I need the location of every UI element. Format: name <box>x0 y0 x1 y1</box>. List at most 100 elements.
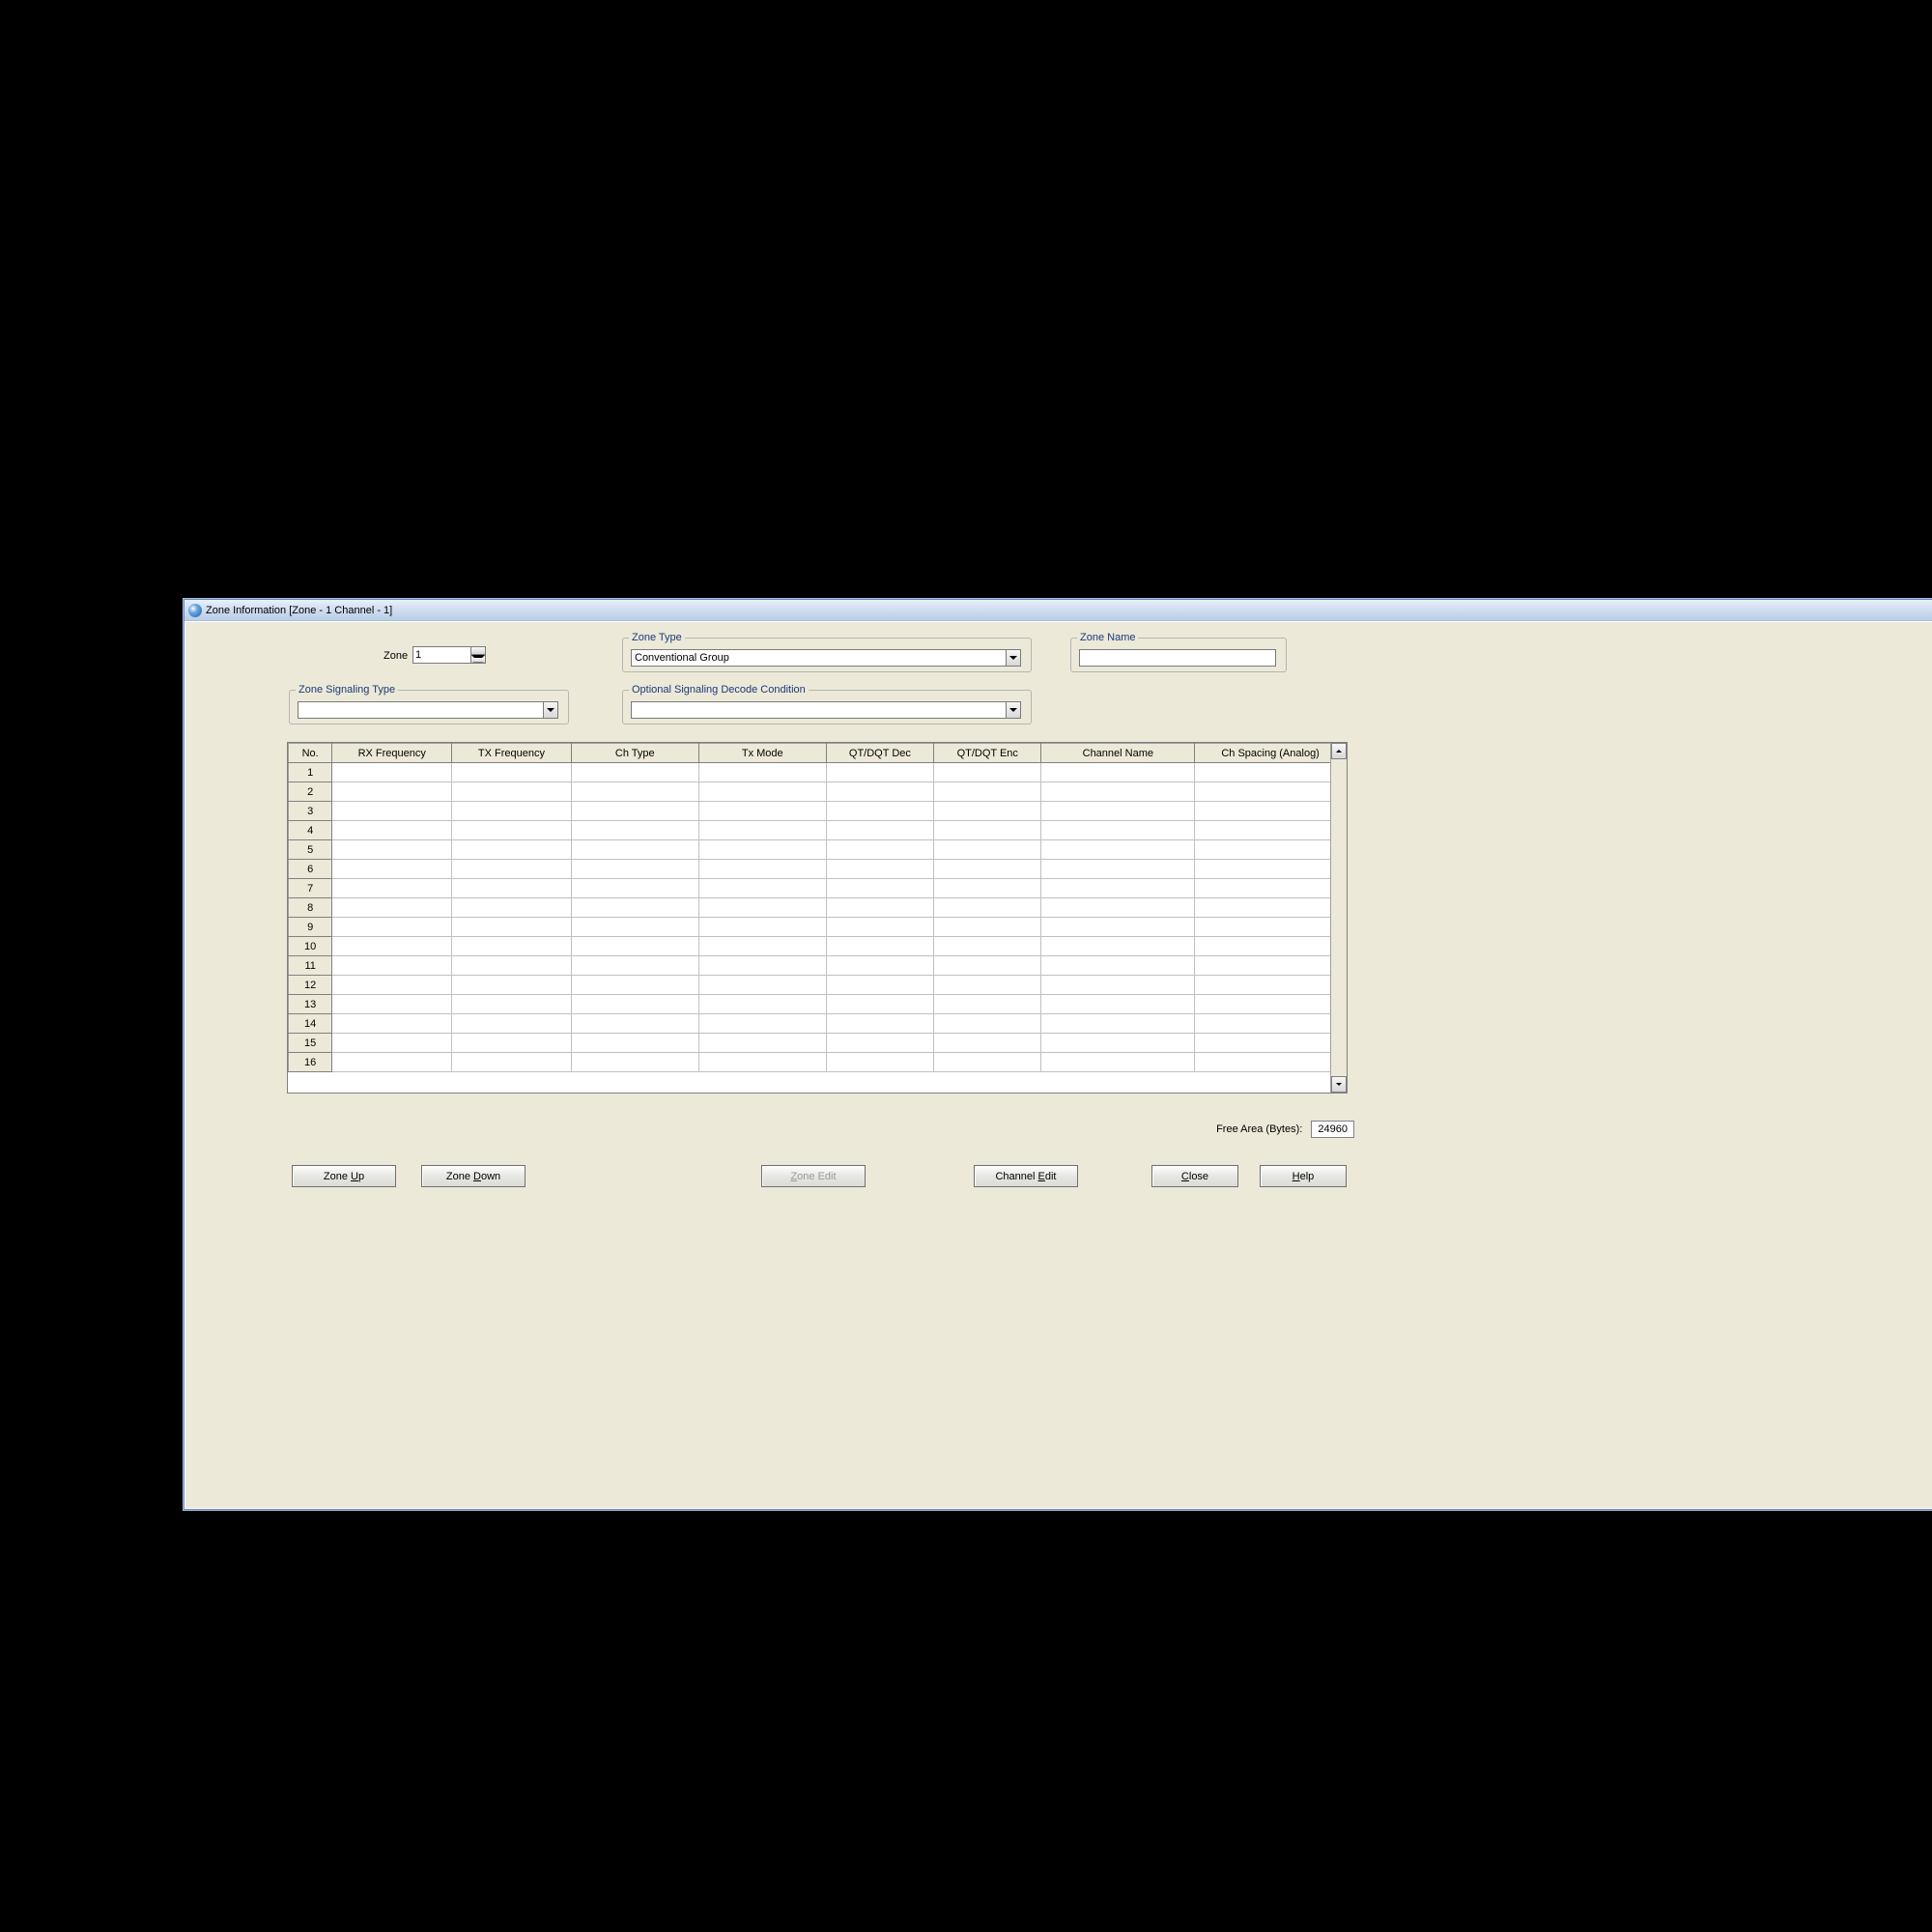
table-cell[interactable] <box>1195 1034 1347 1053</box>
table-cell[interactable] <box>571 956 698 976</box>
table-cell[interactable] <box>332 1053 452 1072</box>
help-button[interactable]: Help <box>1260 1165 1347 1187</box>
table-cell[interactable] <box>452 763 572 782</box>
table-cell[interactable] <box>1041 782 1195 802</box>
table-cell[interactable] <box>452 1034 572 1053</box>
table-cell[interactable] <box>332 802 452 821</box>
table-cell[interactable] <box>1041 763 1195 782</box>
table-cell[interactable] <box>826 1034 933 1053</box>
table-cell[interactable] <box>1041 840 1195 860</box>
table-cell[interactable] <box>698 782 826 802</box>
table-cell[interactable] <box>1195 879 1347 898</box>
table-cell[interactable] <box>698 860 826 879</box>
channel-edit-button[interactable]: Channel Edit <box>974 1165 1078 1187</box>
table-cell[interactable] <box>934 976 1041 995</box>
table-cell[interactable] <box>452 1014 572 1034</box>
table-cell[interactable] <box>452 802 572 821</box>
table-cell[interactable] <box>698 956 826 976</box>
column-header[interactable]: Ch Spacing (Analog) <box>1195 744 1347 763</box>
optional-signaling-combo[interactable] <box>631 701 1021 719</box>
table-cell[interactable] <box>934 937 1041 956</box>
table-cell[interactable] <box>698 1014 826 1034</box>
channel-table[interactable]: No.RX FrequencyTX FrequencyCh TypeTx Mod… <box>287 742 1348 1094</box>
table-cell[interactable] <box>1195 1014 1347 1034</box>
column-header[interactable]: RX Frequency <box>332 744 452 763</box>
table-cell[interactable] <box>826 937 933 956</box>
table-cell[interactable] <box>452 840 572 860</box>
table-row[interactable]: 11 <box>289 956 1347 976</box>
table-cell[interactable] <box>1195 802 1347 821</box>
zone-spinner[interactable] <box>412 646 486 664</box>
table-cell[interactable] <box>1041 821 1195 840</box>
spin-down[interactable] <box>471 655 485 663</box>
table-cell[interactable] <box>332 918 452 937</box>
table-cell[interactable] <box>826 976 933 995</box>
table-cell[interactable] <box>826 898 933 918</box>
table-cell[interactable] <box>1041 1014 1195 1034</box>
optional-signaling-dropdown-button[interactable] <box>1006 702 1020 718</box>
table-cell[interactable] <box>1195 976 1347 995</box>
table-cell[interactable] <box>698 840 826 860</box>
table-row[interactable]: 13 <box>289 995 1347 1014</box>
table-cell[interactable] <box>452 782 572 802</box>
zone-up-button[interactable]: Zone Up <box>292 1165 396 1187</box>
table-cell[interactable] <box>571 937 698 956</box>
table-cell[interactable] <box>571 840 698 860</box>
table-cell[interactable] <box>1041 898 1195 918</box>
table-row[interactable]: 4 <box>289 821 1347 840</box>
table-cell[interactable] <box>698 879 826 898</box>
table-cell[interactable] <box>934 782 1041 802</box>
table-cell[interactable] <box>571 1014 698 1034</box>
table-cell[interactable] <box>934 898 1041 918</box>
table-cell[interactable] <box>571 821 698 840</box>
table-cell[interactable] <box>698 995 826 1014</box>
table-cell[interactable] <box>1195 860 1347 879</box>
table-cell[interactable] <box>571 995 698 1014</box>
table-cell[interactable] <box>1041 956 1195 976</box>
table-cell[interactable] <box>452 956 572 976</box>
table-cell[interactable] <box>571 879 698 898</box>
table-cell[interactable] <box>698 821 826 840</box>
table-cell[interactable] <box>1041 1053 1195 1072</box>
table-cell[interactable] <box>332 1014 452 1034</box>
table-cell[interactable] <box>698 898 826 918</box>
table-cell[interactable] <box>571 763 698 782</box>
table-cell[interactable] <box>1041 937 1195 956</box>
table-cell[interactable] <box>698 918 826 937</box>
table-cell[interactable] <box>571 898 698 918</box>
table-row[interactable]: 14 <box>289 1014 1347 1034</box>
table-cell[interactable] <box>571 1053 698 1072</box>
table-cell[interactable] <box>332 898 452 918</box>
table-row[interactable]: 10 <box>289 937 1347 956</box>
table-cell[interactable] <box>332 782 452 802</box>
table-scrollbar[interactable] <box>1330 743 1347 1093</box>
table-cell[interactable] <box>1195 821 1347 840</box>
table-cell[interactable] <box>934 1014 1041 1034</box>
table-cell[interactable] <box>698 937 826 956</box>
table-cell[interactable] <box>332 860 452 879</box>
table-cell[interactable] <box>698 976 826 995</box>
table-cell[interactable] <box>571 860 698 879</box>
table-cell[interactable] <box>826 782 933 802</box>
zone-signaling-combo[interactable] <box>298 701 558 719</box>
table-cell[interactable] <box>934 1053 1041 1072</box>
column-header[interactable]: Tx Mode <box>698 744 826 763</box>
table-row[interactable]: 1 <box>289 763 1347 782</box>
table-cell[interactable] <box>452 898 572 918</box>
table-cell[interactable] <box>1041 860 1195 879</box>
table-cell[interactable] <box>571 976 698 995</box>
table-cell[interactable] <box>826 840 933 860</box>
table-row[interactable]: 3 <box>289 802 1347 821</box>
table-cell[interactable] <box>571 1034 698 1053</box>
table-cell[interactable] <box>1195 995 1347 1014</box>
table-cell[interactable] <box>1195 763 1347 782</box>
table-cell[interactable] <box>698 1034 826 1053</box>
column-header[interactable]: QT/DQT Dec <box>826 744 933 763</box>
table-cell[interactable] <box>452 976 572 995</box>
table-cell[interactable] <box>332 840 452 860</box>
table-cell[interactable] <box>934 802 1041 821</box>
table-cell[interactable] <box>452 995 572 1014</box>
table-cell[interactable] <box>698 1053 826 1072</box>
table-cell[interactable] <box>1195 840 1347 860</box>
scroll-up-button[interactable] <box>1331 743 1347 759</box>
